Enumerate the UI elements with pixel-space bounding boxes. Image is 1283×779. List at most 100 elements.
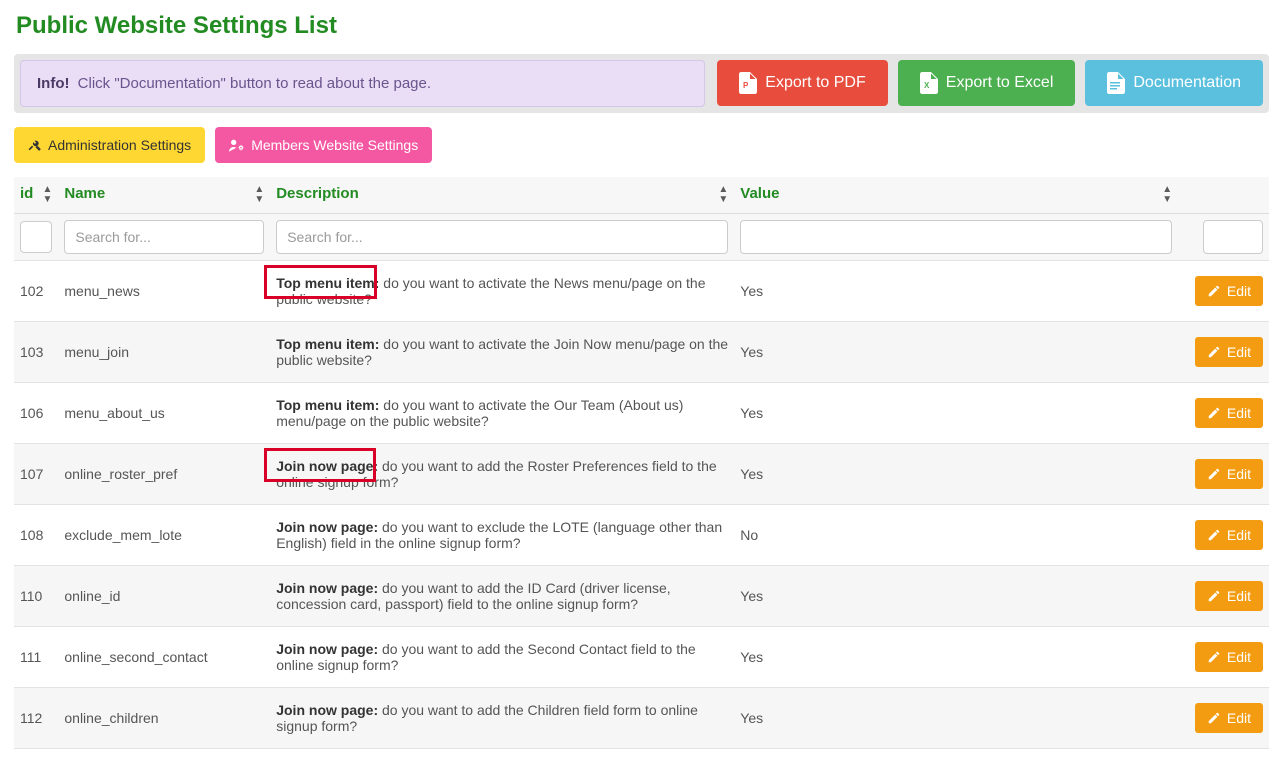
sort-icon: ▲▼ — [718, 185, 728, 205]
tools-icon — [28, 138, 42, 152]
users-cog-icon — [229, 138, 245, 152]
col-name-label: Name — [64, 185, 105, 202]
cell-description: Join now page: do you want to add the Ch… — [270, 688, 734, 749]
edit-label: Edit — [1227, 710, 1251, 726]
edit-icon — [1207, 406, 1221, 420]
description-filter-input[interactable] — [276, 220, 728, 254]
edit-label: Edit — [1227, 649, 1251, 665]
col-id-label: id — [20, 185, 33, 202]
edit-icon — [1207, 650, 1221, 664]
members-settings-label: Members Website Settings — [251, 137, 418, 153]
name-filter-input[interactable] — [64, 220, 264, 254]
column-header-name[interactable]: Name ▲▼ — [58, 177, 270, 214]
edit-button[interactable]: Edit — [1195, 398, 1263, 428]
file-excel-icon: X — [920, 72, 938, 94]
edit-button[interactable]: Edit — [1195, 276, 1263, 306]
documentation-label: Documentation — [1133, 74, 1241, 92]
cell-value: Yes — [734, 261, 1178, 322]
edit-icon — [1207, 528, 1221, 542]
cell-description: Top menu item: do you want to activate t… — [270, 322, 734, 383]
admin-settings-button[interactable]: Administration Settings — [14, 127, 205, 163]
cell-description: Join now page: do you want to add the Se… — [270, 627, 734, 688]
settings-table: id ▲▼ Name ▲▼ Description ▲▼ Value ▲▼ — [14, 177, 1269, 749]
select-all-checkbox[interactable] — [20, 221, 52, 253]
column-header-description[interactable]: Description ▲▼ — [270, 177, 734, 214]
cell-value: Yes — [734, 688, 1178, 749]
cell-description: Join now page: do you want to exclude th… — [270, 505, 734, 566]
sort-icon: ▲▼ — [254, 185, 264, 205]
table-row: 108exclude_mem_loteJoin now page: do you… — [14, 505, 1269, 566]
table-row: 106menu_about_usTop menu item: do you wa… — [14, 383, 1269, 444]
col-desc-label: Description — [276, 185, 359, 202]
svg-text:P: P — [743, 81, 749, 90]
export-pdf-button[interactable]: P Export to PDF — [717, 60, 887, 106]
cell-id: 110 — [14, 566, 58, 627]
column-header-id[interactable]: id ▲▼ — [14, 177, 58, 214]
info-text: Click "Documentation" button to read abo… — [73, 75, 431, 92]
page-title: Public Website Settings List — [14, 0, 1269, 54]
cell-id: 102 — [14, 261, 58, 322]
edit-button[interactable]: Edit — [1195, 337, 1263, 367]
edit-button[interactable]: Edit — [1195, 642, 1263, 672]
value-filter-input[interactable] — [740, 220, 1172, 254]
cell-name: exclude_mem_lote — [58, 505, 270, 566]
edit-label: Edit — [1227, 527, 1251, 543]
column-header-action — [1178, 177, 1269, 214]
cell-description: Top menu item: do you want to activate t… — [270, 261, 734, 322]
admin-settings-label: Administration Settings — [48, 137, 191, 153]
info-label: Info! — [37, 75, 69, 92]
edit-icon — [1207, 711, 1221, 725]
edit-icon — [1207, 467, 1221, 481]
filter-row — [14, 214, 1269, 261]
col-value-label: Value — [740, 185, 779, 202]
documentation-button[interactable]: Documentation — [1085, 60, 1263, 106]
cell-value: No — [734, 505, 1178, 566]
edit-icon — [1207, 345, 1221, 359]
table-row: 102menu_newsTop menu item: do you want t… — [14, 261, 1269, 322]
table-row: 103menu_joinTop menu item: do you want t… — [14, 322, 1269, 383]
cell-description: Join now page: do you want to add the Ro… — [270, 444, 734, 505]
cell-name: online_second_contact — [58, 627, 270, 688]
cell-id: 112 — [14, 688, 58, 749]
edit-button[interactable]: Edit — [1195, 703, 1263, 733]
table-row: 107online_roster_prefJoin now page: do y… — [14, 444, 1269, 505]
edit-button[interactable]: Edit — [1195, 581, 1263, 611]
cell-id: 111 — [14, 627, 58, 688]
cell-id: 106 — [14, 383, 58, 444]
edit-label: Edit — [1227, 344, 1251, 360]
cell-value: Yes — [734, 322, 1178, 383]
sort-icon: ▲▼ — [42, 185, 52, 205]
cell-description: Join now page: do you want to add the ID… — [270, 566, 734, 627]
cell-description: Top menu item: do you want to activate t… — [270, 383, 734, 444]
edit-label: Edit — [1227, 466, 1251, 482]
cell-name: menu_news — [58, 261, 270, 322]
edit-label: Edit — [1227, 283, 1251, 299]
cell-value: Yes — [734, 627, 1178, 688]
export-buttons: P Export to PDF X Export to Excel Docume… — [717, 60, 1263, 107]
export-excel-button[interactable]: X Export to Excel — [898, 60, 1076, 106]
cell-name: online_roster_pref — [58, 444, 270, 505]
edit-button[interactable]: Edit — [1195, 459, 1263, 489]
members-settings-button[interactable]: Members Website Settings — [215, 127, 432, 163]
edit-icon — [1207, 589, 1221, 603]
cell-id: 103 — [14, 322, 58, 383]
table-row: 111online_second_contactJoin now page: d… — [14, 627, 1269, 688]
file-doc-icon — [1107, 72, 1125, 94]
edit-icon — [1207, 284, 1221, 298]
cell-name: menu_about_us — [58, 383, 270, 444]
table-row: 112online_childrenJoin now page: do you … — [14, 688, 1269, 749]
cell-value: Yes — [734, 566, 1178, 627]
export-excel-label: Export to Excel — [946, 74, 1054, 92]
action-filter-input[interactable] — [1203, 220, 1263, 254]
cell-id: 107 — [14, 444, 58, 505]
svg-text:X: X — [924, 81, 930, 90]
cell-name: online_children — [58, 688, 270, 749]
settings-tabs: Administration Settings Members Website … — [14, 127, 1269, 163]
edit-button[interactable]: Edit — [1195, 520, 1263, 550]
sort-icon: ▲▼ — [1162, 185, 1172, 205]
table-row: 110online_idJoin now page: do you want t… — [14, 566, 1269, 627]
export-pdf-label: Export to PDF — [765, 74, 865, 92]
info-alert: Info! Click "Documentation" button to re… — [20, 60, 705, 107]
edit-label: Edit — [1227, 405, 1251, 421]
column-header-value[interactable]: Value ▲▼ — [734, 177, 1178, 214]
